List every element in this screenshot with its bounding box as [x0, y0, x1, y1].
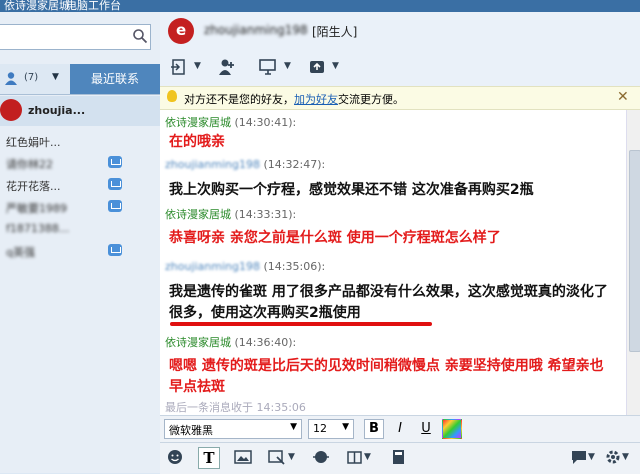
bold-button[interactable]: B: [364, 419, 384, 439]
message-text: 我上次购买一个疗程，感觉效果还不错 这次准备再购买2瓶: [169, 182, 534, 198]
font-name: 微软雅黑: [169, 424, 213, 437]
list-item[interactable]: 花开花落...: [0, 174, 160, 196]
message-time: (14:35:06):: [263, 260, 326, 273]
message-text: 嗯嗯 遗传的斑是比后天的见效时间稍微慢点 亲要坚持使用哦 希望亲也早点祛斑: [169, 358, 604, 395]
message-meta: zhoujianming198 (14:32:47):: [165, 158, 325, 171]
upload-icon: [310, 61, 324, 73]
transfer-file-button[interactable]: ▼: [170, 58, 201, 78]
message-text: 恭喜呀亲 亲您之前是什么斑 使用一个疗程斑怎么样了: [169, 230, 501, 246]
voice-icon[interactable]: [312, 449, 330, 465]
contact-name: f1871388...: [6, 222, 70, 235]
contact-tabs: (7) ▼ 最近联系: [0, 64, 160, 95]
message-text: 我是遗传的雀斑 用了很多产品都没有什么效果，这次感觉斑真的淡化了很多，使用这次再…: [169, 284, 608, 321]
chat-username: zhoujianming198: [204, 23, 308, 37]
mail-icon[interactable]: [108, 244, 122, 256]
font-size-value: 12: [313, 422, 327, 435]
message-time: (14:36:40):: [234, 336, 297, 349]
contact-name: 红色娟叶...: [6, 136, 61, 149]
font-format-icon[interactable]: T: [198, 447, 220, 469]
message-sender: 依诗漫家居城: [165, 208, 231, 221]
font-size-select[interactable]: 12 ▼: [308, 419, 354, 439]
message-meta: 依诗漫家居城 (14:33:31):: [165, 206, 296, 222]
mail-icon[interactable]: [108, 156, 122, 168]
chevron-down-icon: ▼: [342, 422, 349, 432]
search-icon[interactable]: [132, 28, 148, 44]
italic-button[interactable]: I: [390, 419, 410, 439]
calculator-icon[interactable]: [390, 449, 408, 465]
contact-name: 严敏要1989: [6, 202, 67, 215]
contact-name: 花开花落...: [6, 180, 61, 193]
tab-contacts[interactable]: (7) ▼: [0, 64, 70, 94]
contact-name: q英强: [6, 246, 35, 259]
message-sender: zhoujianming198: [165, 260, 260, 273]
message-meta: zhoujianming198 (14:35:06):: [165, 260, 325, 273]
search-input[interactable]: [0, 24, 151, 50]
contacts-count: (7): [24, 72, 39, 83]
screenshot-icon[interactable]: [268, 449, 286, 465]
file-transfer-icon: [171, 59, 185, 75]
message-sender: zhoujianming198: [165, 158, 260, 171]
chat-bubble-icon[interactable]: [570, 449, 588, 465]
add-friend-link[interactable]: 加为好友: [294, 93, 338, 106]
tab-recent[interactable]: 最近联系: [70, 64, 160, 94]
add-friend-button[interactable]: [218, 58, 240, 78]
last-message-text: 最后一条消息收于 14:35:06: [165, 401, 306, 414]
chat-toolbar: ▼ ▼ ▼: [160, 50, 640, 86]
contact-panel: (7) ▼ 最近联系 zhoujia... 红色娟叶... 请你林22 花开花落..…: [0, 12, 160, 473]
gift-icon[interactable]: [346, 449, 364, 465]
chevron-down-icon[interactable]: ▼: [364, 452, 371, 462]
mail-icon[interactable]: [108, 178, 122, 190]
chevron-down-icon: ▼: [290, 422, 297, 432]
input-toolbar: T ▼ ▼ ▼ ▼: [160, 442, 640, 474]
message-text: 在的哦亲: [169, 134, 225, 150]
list-item[interactable]: 严敏要1989: [0, 196, 160, 218]
lightbulb-icon: [167, 90, 177, 102]
message-time: (14:30:41):: [234, 116, 297, 129]
chevron-down-icon[interactable]: ▼: [52, 72, 59, 82]
font-select[interactable]: 微软雅黑 ▼: [164, 419, 302, 439]
close-icon[interactable]: ✕: [617, 89, 629, 105]
message-sender: 依诗漫家居城: [165, 116, 231, 129]
chevron-down-icon[interactable]: ▼: [622, 452, 629, 462]
underline-button[interactable]: U: [416, 419, 436, 439]
friend-notice: 对方还不是您的好友，加为好友交流更方便。 ✕: [160, 86, 640, 110]
format-toolbar: 微软雅黑 ▼ 12 ▼ B I U: [160, 415, 640, 442]
message-meta: 依诗漫家居城 (14:30:41):: [165, 114, 296, 130]
monitor-icon: [259, 59, 276, 75]
message-time: (14:33:31):: [234, 208, 297, 221]
chevron-down-icon[interactable]: ▼: [588, 452, 595, 462]
contact-name: zhoujia...: [28, 104, 86, 117]
list-item[interactable]: zhoujia...: [0, 96, 160, 126]
settings-icon[interactable]: [604, 449, 622, 465]
mail-icon[interactable]: [108, 200, 122, 212]
avatar: [0, 99, 22, 121]
message-area: 依诗漫家居城 (14:30:41): 在的哦亲 zhoujianming198 (1…: [160, 110, 626, 395]
contact-name: 请你林22: [6, 158, 53, 171]
chat-panel: zhoujianming198 [陌生人] ▼ ▼ ▼ 对方还不是您的好友，加为…: [160, 12, 640, 474]
notice-text: 对方还不是您的好友，: [184, 93, 294, 106]
message-time: (14:32:47):: [263, 158, 326, 171]
message-meta: 依诗漫家居城 (14:36:40):: [165, 334, 296, 350]
person-icon: [5, 72, 17, 85]
list-item[interactable]: q英强: [0, 240, 160, 262]
emoji-icon[interactable]: [166, 449, 184, 465]
remote-assist-button[interactable]: ▼: [258, 58, 291, 78]
list-item[interactable]: 红色娟叶...: [0, 130, 160, 152]
top-strip: 依诗漫家居城 电脑工作台: [0, 0, 640, 12]
avatar[interactable]: [168, 18, 194, 44]
stranger-tag: [陌生人]: [312, 25, 358, 39]
add-user-icon: [219, 59, 234, 75]
chat-header: zhoujianming198 [陌生人]: [160, 12, 640, 46]
list-item[interactable]: f1871388...: [0, 218, 160, 240]
scrollbar[interactable]: [626, 110, 640, 426]
list-item[interactable]: 请你林22: [0, 152, 160, 174]
notice-text-end: 交流更方便。: [338, 93, 404, 106]
color-palette-icon[interactable]: [442, 419, 462, 439]
app-button[interactable]: ▼: [308, 58, 339, 78]
image-icon[interactable]: [234, 449, 252, 465]
message-sender: 依诗漫家居城: [165, 336, 231, 349]
chevron-down-icon[interactable]: ▼: [288, 452, 295, 462]
scrollbar-thumb[interactable]: [629, 150, 640, 352]
